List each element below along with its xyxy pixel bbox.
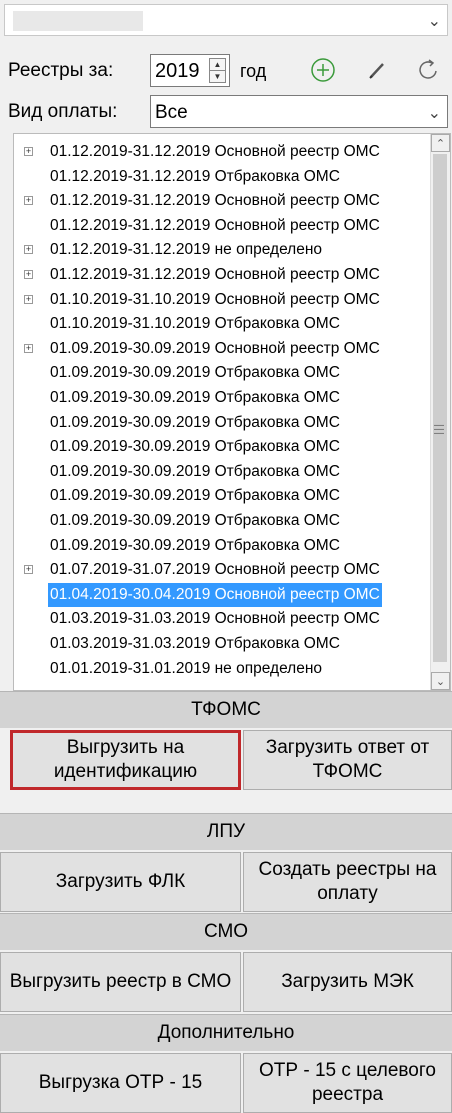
list-item[interactable]: 01.09.2019-30.09.2019 Отбраковка ОМС xyxy=(14,435,430,459)
list-item[interactable]: 01.09.2019-30.09.2019 Отбраковка ОМС xyxy=(14,460,430,484)
scroll-up-icon[interactable]: ⌃ xyxy=(431,134,450,152)
list-item-label: 01.03.2019-31.03.2019 Основной реестр ОМ… xyxy=(50,610,380,628)
section-tfoms: ТФОМС xyxy=(0,691,452,728)
export-otr15-button[interactable]: Выгрузка ОТР - 15 xyxy=(0,1053,241,1113)
list-item-label: 01.10.2019-31.10.2019 Отбраковка ОМС xyxy=(50,315,340,333)
list-item[interactable]: +01.12.2019-31.12.2019 не определено xyxy=(14,238,430,262)
plus-circle-icon[interactable] xyxy=(308,56,338,86)
year-spinner[interactable]: 2019 ▲ ▼ xyxy=(150,54,230,87)
scroll-down-icon[interactable]: ⌄ xyxy=(431,672,450,690)
payment-type-label: Вид оплаты: xyxy=(8,101,118,122)
expand-plus-icon[interactable]: + xyxy=(24,196,33,206)
list-item[interactable]: +01.10.2019-31.10.2019 Основной реестр О… xyxy=(14,288,430,312)
section-extra: Дополнительно xyxy=(0,1014,452,1051)
list-item[interactable]: 01.09.2019-30.09.2019 Отбраковка ОМС xyxy=(14,386,430,410)
list-item-label: 01.12.2019-31.12.2019 не определено xyxy=(50,241,323,259)
list-item-label: 01.09.2019-30.09.2019 Отбраковка ОМС xyxy=(50,364,340,382)
payment-type-select[interactable]: Все ⌄ xyxy=(150,95,448,128)
list-item-label: 01.09.2019-30.09.2019 Отбраковка ОМС xyxy=(50,389,340,406)
list-item-label: 01.10.2019-31.10.2019 Основной реестр ОМ… xyxy=(50,290,380,308)
list-item-label: 01.09.2019-30.09.2019 Отбраковка ОМС xyxy=(50,462,340,480)
export-registry-smo-button[interactable]: Выгрузить реестр в СМО xyxy=(0,952,241,1012)
list-item[interactable]: 01.12.2019-31.12.2019 Отбраковка ОМС xyxy=(14,165,430,189)
list-scrollbar[interactable]: ⌃ — — — ⌄ xyxy=(430,134,450,690)
section-smo: СМО xyxy=(0,913,452,950)
list-item-label: 01.01.2019-31.01.2019 не определено xyxy=(50,659,323,677)
spin-down-icon[interactable]: ▼ xyxy=(210,71,225,83)
section-lpu: ЛПУ xyxy=(0,813,452,850)
chevron-down-icon: ⌄ xyxy=(427,105,441,122)
list-item-label: 01.07.2019-31.07.2019 Основной реестр ОМ… xyxy=(50,561,380,579)
list-item[interactable]: 01.10.2019-31.10.2019 Отбраковка ОМС xyxy=(14,312,430,336)
list-item-label: 01.04.2019-30.04.2019 Основной реестр ОМ… xyxy=(48,582,382,607)
list-item[interactable]: +01.12.2019-31.12.2019 Основной реестр О… xyxy=(14,189,430,213)
refresh-icon[interactable] xyxy=(414,56,444,86)
registry-list[interactable]: +01.12.2019-31.12.2019 Основной реестр О… xyxy=(13,133,451,691)
list-item-label: 01.09.2019-30.09.2019 Отбраковка ОМС xyxy=(50,512,340,529)
list-item[interactable]: 01.09.2019-30.09.2019 Отбраковка ОМС xyxy=(14,411,430,435)
load-tfoms-response-button[interactable]: Загрузить ответ от ТФОМС xyxy=(243,730,452,790)
payment-type-value: Все xyxy=(155,102,188,123)
list-item-label: 01.09.2019-30.09.2019 Основной реестр ОМ… xyxy=(50,339,380,357)
scroll-thumb[interactable] xyxy=(433,154,447,662)
expand-plus-icon[interactable]: + xyxy=(24,147,33,156)
list-item-label: 01.12.2019-31.12.2019 Основной реестр ОМ… xyxy=(50,216,380,234)
spin-up-icon[interactable]: ▲ xyxy=(210,59,225,71)
list-item[interactable]: 01.01.2019-31.01.2019 не определено xyxy=(14,657,430,681)
list-item[interactable]: +01.12.2019-31.12.2019 Основной реестр О… xyxy=(14,263,430,287)
expand-plus-icon[interactable]: + xyxy=(24,270,33,279)
registries-label: Реестры за: xyxy=(8,60,114,81)
chevron-down-icon: ⌄ xyxy=(427,13,441,30)
list-item-label: 01.12.2019-31.12.2019 Основной реестр ОМ… xyxy=(50,143,380,160)
list-item-label: 01.03.2019-31.03.2019 Отбраковка ОМС xyxy=(50,635,340,652)
expand-plus-icon[interactable]: + xyxy=(24,343,33,353)
top-dropdown[interactable]: ⌄ xyxy=(4,4,448,36)
list-item[interactable]: 01.09.2019-30.09.2019 Отбраковка ОМС xyxy=(14,534,430,558)
list-item-label: 01.09.2019-30.09.2019 Отбраковка ОМС xyxy=(50,536,340,554)
year-value: 2019 xyxy=(155,60,200,82)
list-item-label: 01.12.2019-31.12.2019 Отбраковка ОМС xyxy=(50,167,340,185)
list-item-label: 01.09.2019-30.09.2019 Отбраковка ОМС xyxy=(50,438,340,456)
expand-plus-icon[interactable]: + xyxy=(24,245,33,255)
top-dropdown-value xyxy=(13,11,143,31)
list-item-label: 01.09.2019-30.09.2019 Отбраковка ОМС xyxy=(50,413,340,431)
list-item-label: 01.09.2019-30.09.2019 Отбраковка ОМС xyxy=(50,487,340,505)
list-item-label: 01.12.2019-31.12.2019 Основной реестр ОМ… xyxy=(50,266,380,283)
grip-icon: — — — xyxy=(434,420,444,439)
create-payment-registries-button[interactable]: Создать реестры на оплату xyxy=(243,852,452,912)
list-item[interactable]: 01.09.2019-30.09.2019 Отбраковка ОМС xyxy=(14,484,430,508)
list-item[interactable]: 01.04.2019-30.04.2019 Основной реестр ОМ… xyxy=(14,582,430,607)
year-spin-buttons[interactable]: ▲ ▼ xyxy=(209,58,226,83)
load-flk-button[interactable]: Загрузить ФЛК xyxy=(0,852,241,912)
pencil-icon[interactable] xyxy=(362,56,392,86)
list-item[interactable]: 01.03.2019-31.03.2019 Отбраковка ОМС xyxy=(14,632,430,656)
list-item[interactable]: 01.09.2019-30.09.2019 Отбраковка ОМС xyxy=(14,361,430,385)
list-item[interactable]: 01.03.2019-31.03.2019 Основной реестр ОМ… xyxy=(14,607,430,631)
load-mek-button[interactable]: Загрузить МЭК xyxy=(243,952,452,1012)
list-item[interactable]: 01.12.2019-31.12.2019 Основной реестр ОМ… xyxy=(14,214,430,238)
year-unit-label: год xyxy=(240,61,267,81)
list-item[interactable]: +01.09.2019-30.09.2019 Основной реестр О… xyxy=(14,337,430,361)
list-item[interactable]: +01.07.2019-31.07.2019 Основной реестр О… xyxy=(14,558,430,582)
list-item-label: 01.12.2019-31.12.2019 Основной реестр ОМ… xyxy=(50,192,380,210)
otr15-target-button[interactable]: ОТР - 15 с целевого реестра xyxy=(243,1053,452,1113)
export-identification-button[interactable]: Выгрузить на идентификацию xyxy=(10,730,241,790)
expand-plus-icon[interactable]: + xyxy=(24,294,33,304)
list-item[interactable]: +01.12.2019-31.12.2019 Основной реестр О… xyxy=(14,140,430,164)
list-item[interactable]: 01.09.2019-30.09.2019 Отбраковка ОМС xyxy=(14,509,430,533)
expand-plus-icon[interactable]: + xyxy=(24,565,33,575)
